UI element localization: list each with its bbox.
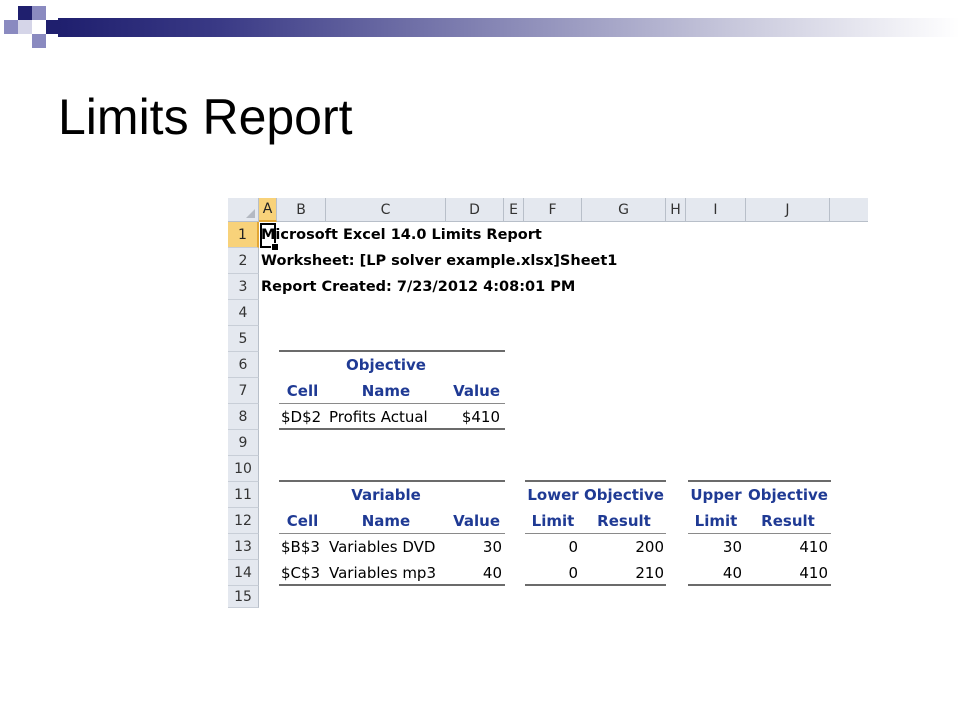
decor-square-periwinkle-1 xyxy=(32,6,46,20)
select-all-corner[interactable] xyxy=(228,198,259,222)
decor-square-periwinkle-3 xyxy=(32,34,46,48)
column-header-b[interactable]: B xyxy=(277,198,326,222)
upper-header-limit: Limit xyxy=(694,512,738,530)
variable-col-name: Name xyxy=(361,512,411,530)
row-header-10[interactable]: 10 xyxy=(228,456,259,482)
decor-square-navy-1 xyxy=(18,6,32,20)
variable-col-cell: Cell xyxy=(286,512,319,530)
lower-row-1-result[interactable]: 200 xyxy=(582,534,664,560)
row-header-12[interactable]: 12 xyxy=(228,508,259,534)
row-header-7[interactable]: 7 xyxy=(228,378,259,404)
column-header-g[interactable]: G xyxy=(582,198,666,222)
objective-bottom-border xyxy=(279,428,505,430)
lower-row-1-limit[interactable]: 0 xyxy=(524,534,578,560)
row-header-9[interactable]: 9 xyxy=(228,430,259,456)
variable-row-1-value[interactable]: 30 xyxy=(446,534,502,560)
column-header-c[interactable]: C xyxy=(326,198,446,222)
row-header-13[interactable]: 13 xyxy=(228,534,259,560)
row-header-2[interactable]: 2 xyxy=(228,248,259,274)
row-header-15[interactable]: 15 xyxy=(228,586,259,608)
row-header-14[interactable]: 14 xyxy=(228,560,259,586)
column-header-a[interactable]: A xyxy=(259,198,277,222)
variable-row-1-name[interactable]: Variables DVD xyxy=(329,534,435,560)
upper-header-result: Result xyxy=(761,512,815,530)
lower-header-lower: Lower xyxy=(527,486,579,504)
row-header-6[interactable]: 6 xyxy=(228,352,259,378)
objective-col-value: Value xyxy=(453,382,500,400)
variable-col-value: Value xyxy=(453,512,500,530)
upper-row-2-limit[interactable]: 40 xyxy=(686,560,742,586)
column-header-i[interactable]: I xyxy=(686,198,746,222)
variable-bottom-border xyxy=(279,584,505,586)
objective-row-value[interactable]: $410 xyxy=(446,404,500,430)
row-header-4[interactable]: 4 xyxy=(228,300,259,326)
report-worksheet[interactable]: Worksheet: [LP solver example.xlsx]Sheet… xyxy=(261,248,617,274)
objective-row-name[interactable]: Profits Actual xyxy=(329,404,428,430)
lower-row-2-result[interactable]: 210 xyxy=(582,560,664,586)
row-header-3[interactable]: 3 xyxy=(228,274,259,300)
column-header-h[interactable]: H xyxy=(666,198,686,222)
report-created[interactable]: Report Created: 7/23/2012 4:08:01 PM xyxy=(261,274,575,300)
lower-header-objective: Objective xyxy=(584,486,664,504)
row-header-5[interactable]: 5 xyxy=(228,326,259,352)
lower-header-limit: Limit xyxy=(531,512,575,530)
objective-group-header: Objective xyxy=(346,356,426,374)
lower-bottom-border xyxy=(525,584,666,586)
row-header-8[interactable]: 8 xyxy=(228,404,259,430)
spreadsheet: A B C D E F G H I J 1 2 3 4 5 6 7 8 9 10… xyxy=(228,198,868,608)
decor-square-light-1 xyxy=(18,20,32,34)
lower-row-2-limit[interactable]: 0 xyxy=(524,560,578,586)
decor-square-periwinkle-2 xyxy=(4,20,18,34)
variable-group-header: Variable xyxy=(351,486,421,504)
column-header-e[interactable]: E xyxy=(504,198,524,222)
upper-bottom-border xyxy=(688,584,831,586)
variable-row-2-cell[interactable]: $C$3 xyxy=(281,560,320,586)
column-header-f[interactable]: F xyxy=(524,198,582,222)
upper-row-1-result[interactable]: 410 xyxy=(746,534,828,560)
active-cell-cursor xyxy=(260,223,279,251)
variable-row-2-name[interactable]: Variables mp3 xyxy=(329,560,436,586)
row-header-11[interactable]: 11 xyxy=(228,482,259,508)
column-header-j[interactable]: J xyxy=(746,198,830,222)
upper-header-objective: Objective xyxy=(748,486,828,504)
row-header-1[interactable]: 1 xyxy=(228,222,259,248)
variable-row-1-cell[interactable]: $B$3 xyxy=(281,534,320,560)
lower-header-result: Result xyxy=(597,512,651,530)
report-title[interactable]: Microsoft Excel 14.0 Limits Report xyxy=(261,222,542,248)
slide-title: Limits Report xyxy=(58,89,353,145)
upper-row-1-limit[interactable]: 30 xyxy=(686,534,742,560)
objective-row-cell[interactable]: $D$2 xyxy=(281,404,321,430)
variable-row-2-value[interactable]: 40 xyxy=(446,560,502,586)
upper-header-upper: Upper xyxy=(690,486,742,504)
objective-col-name: Name xyxy=(361,382,411,400)
column-header-blank xyxy=(830,198,868,222)
decor-gradient-bar xyxy=(58,18,960,37)
column-header-d[interactable]: D xyxy=(446,198,504,222)
objective-col-cell: Cell xyxy=(286,382,319,400)
upper-row-2-result[interactable]: 410 xyxy=(746,560,828,586)
